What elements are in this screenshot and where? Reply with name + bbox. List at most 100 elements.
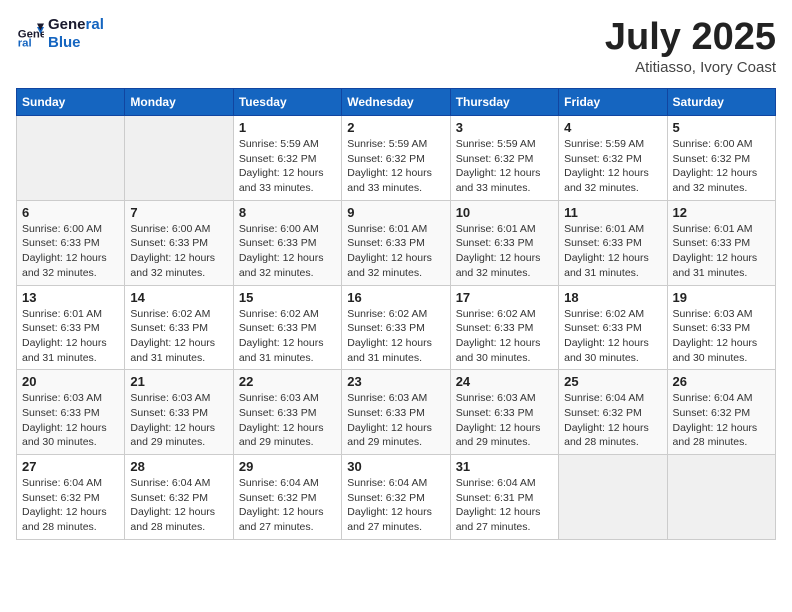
calendar-cell: 9 Sunrise: 6:01 AMSunset: 6:33 PMDaylight… (342, 200, 450, 285)
calendar-cell: 19Sunrise: 6:03 AMSunset: 6:33 PMDayligh… (667, 285, 775, 370)
day-detail: Sunrise: 6:04 AMSunset: 6:32 PMDaylight:… (239, 476, 336, 535)
calendar-cell: 7 Sunrise: 6:00 AMSunset: 6:33 PMDaylight… (125, 200, 233, 285)
day-number: 22 (239, 374, 336, 389)
calendar-cell: 12 Sunrise: 6:01 AMSunset: 6:33 PMDayligh… (667, 200, 775, 285)
calendar-week-3: 13 Sunrise: 6:01 AMSunset: 6:33 PMDayligh… (17, 285, 776, 370)
day-number: 21 (130, 374, 227, 389)
day-header-wednesday: Wednesday (342, 89, 450, 116)
day-detail: Sunrise: 6:02 AMSunset: 6:33 PMDaylight:… (564, 307, 661, 366)
day-detail: Sunrise: 6:01 AMSunset: 6:33 PMDaylight:… (347, 222, 444, 281)
day-number: 26 (673, 374, 770, 389)
day-number: 9 (347, 205, 444, 220)
logo-text: General Blue (48, 16, 104, 52)
page-title: July 2025 (605, 16, 776, 59)
day-detail: Sunrise: 6:02 AMSunset: 6:33 PMDaylight:… (239, 307, 336, 366)
day-detail: Sunrise: 6:01 AMSunset: 6:33 PMDaylight:… (456, 222, 553, 281)
day-detail: Sunrise: 6:00 AMSunset: 6:33 PMDaylight:… (130, 222, 227, 281)
day-detail: Sunrise: 5:59 AMSunset: 6:32 PMDaylight:… (347, 137, 444, 196)
day-detail: Sunrise: 6:03 AMSunset: 6:33 PMDaylight:… (239, 391, 336, 450)
calendar-cell: 11 Sunrise: 6:01 AMSunset: 6:33 PMDayligh… (559, 200, 667, 285)
day-number: 18 (564, 290, 661, 305)
day-number: 4 (564, 120, 661, 135)
day-number: 12 (673, 205, 770, 220)
day-number: 28 (130, 459, 227, 474)
day-number: 30 (347, 459, 444, 474)
calendar-cell: 16 Sunrise: 6:02 AMSunset: 6:33 PMDayligh… (342, 285, 450, 370)
svg-text:ral: ral (18, 37, 32, 48)
page-subtitle: Atitiasso, Ivory Coast (605, 59, 776, 76)
day-number: 14 (130, 290, 227, 305)
day-detail: Sunrise: 6:00 AMSunset: 6:32 PMDaylight:… (673, 137, 770, 196)
day-detail: Sunrise: 6:04 AMSunset: 6:32 PMDaylight:… (673, 391, 770, 450)
day-number: 13 (22, 290, 119, 305)
day-number: 31 (456, 459, 553, 474)
day-detail: Sunrise: 6:01 AMSunset: 6:33 PMDaylight:… (673, 222, 770, 281)
day-detail: Sunrise: 6:01 AMSunset: 6:33 PMDaylight:… (22, 307, 119, 366)
day-number: 3 (456, 120, 553, 135)
calendar-week-4: 20 Sunrise: 6:03 AMSunset: 6:33 PMDayligh… (17, 370, 776, 455)
day-detail: Sunrise: 6:02 AMSunset: 6:33 PMDaylight:… (347, 307, 444, 366)
calendar-cell: 5 Sunrise: 6:00 AMSunset: 6:32 PMDaylight… (667, 116, 775, 201)
calendar-cell (125, 116, 233, 201)
calendar-cell: 23 Sunrise: 6:03 AMSunset: 6:33 PMDayligh… (342, 370, 450, 455)
calendar-cell: 27Sunrise: 6:04 AMSunset: 6:32 PMDayligh… (17, 455, 125, 540)
calendar-cell: 20 Sunrise: 6:03 AMSunset: 6:33 PMDayligh… (17, 370, 125, 455)
day-number: 17 (456, 290, 553, 305)
day-number: 10 (456, 205, 553, 220)
calendar-cell: 25Sunrise: 6:04 AMSunset: 6:32 PMDayligh… (559, 370, 667, 455)
day-header-friday: Friday (559, 89, 667, 116)
day-detail: Sunrise: 6:04 AMSunset: 6:31 PMDaylight:… (456, 476, 553, 535)
calendar-cell: 22 Sunrise: 6:03 AMSunset: 6:33 PMDayligh… (233, 370, 341, 455)
calendar-cell: 24Sunrise: 6:03 AMSunset: 6:33 PMDayligh… (450, 370, 558, 455)
page-header: Gene ral General Blue July 2025 Atitiass… (16, 16, 776, 76)
title-block: July 2025 Atitiasso, Ivory Coast (605, 16, 776, 76)
calendar-cell: 29 Sunrise: 6:04 AMSunset: 6:32 PMDayligh… (233, 455, 341, 540)
day-detail: Sunrise: 5:59 AMSunset: 6:32 PMDaylight:… (239, 137, 336, 196)
day-detail: Sunrise: 6:03 AMSunset: 6:33 PMDaylight:… (130, 391, 227, 450)
day-number: 27 (22, 459, 119, 474)
day-number: 8 (239, 205, 336, 220)
day-detail: Sunrise: 6:00 AMSunset: 6:33 PMDaylight:… (239, 222, 336, 281)
day-number: 1 (239, 120, 336, 135)
day-number: 20 (22, 374, 119, 389)
calendar-cell: 15 Sunrise: 6:02 AMSunset: 6:33 PMDayligh… (233, 285, 341, 370)
day-number: 2 (347, 120, 444, 135)
calendar-week-5: 27 Sunrise: 6:04 AMSunset: 6:32 PMDayligh… (17, 455, 776, 540)
day-detail: Sunrise: 6:04 AMSunset: 6:32 PMDaylight:… (564, 391, 661, 450)
day-number: 23 (347, 374, 444, 389)
calendar-body: 1 Sunrise: 5:59 AMSunset: 6:32 PMDaylight… (17, 116, 776, 540)
day-detail: Sunrise: 6:03 AMSunset: 6:33 PMDaylight:… (347, 391, 444, 450)
calendar-cell (559, 455, 667, 540)
calendar-cell: 2 Sunrise: 5:59 AMSunset: 6:32 PMDaylight… (342, 116, 450, 201)
calendar-cell: 28Sunrise: 6:04 AMSunset: 6:32 PMDayligh… (125, 455, 233, 540)
day-number: 7 (130, 205, 227, 220)
day-detail: Sunrise: 5:59 AMSunset: 6:32 PMDaylight:… (564, 137, 661, 196)
day-detail: Sunrise: 6:03 AMSunset: 6:33 PMDaylight:… (22, 391, 119, 450)
day-number: 15 (239, 290, 336, 305)
calendar-cell: 30Sunrise: 6:04 AMSunset: 6:32 PMDayligh… (342, 455, 450, 540)
calendar-cell: 31 Sunrise: 6:04 AMSunset: 6:31 PMDayligh… (450, 455, 558, 540)
calendar-cell: 6Sunrise: 6:00 AMSunset: 6:33 PMDaylight… (17, 200, 125, 285)
day-detail: Sunrise: 6:03 AMSunset: 6:33 PMDaylight:… (456, 391, 553, 450)
day-header-tuesday: Tuesday (233, 89, 341, 116)
logo-icon: Gene ral (16, 20, 44, 48)
day-number: 29 (239, 459, 336, 474)
calendar-cell (667, 455, 775, 540)
day-number: 16 (347, 290, 444, 305)
day-detail: Sunrise: 6:01 AMSunset: 6:33 PMDaylight:… (564, 222, 661, 281)
calendar-cell: 26 Sunrise: 6:04 AMSunset: 6:32 PMDayligh… (667, 370, 775, 455)
day-detail: Sunrise: 5:59 AMSunset: 6:32 PMDaylight:… (456, 137, 553, 196)
day-header-sunday: Sunday (17, 89, 125, 116)
calendar-cell: 1 Sunrise: 5:59 AMSunset: 6:32 PMDaylight… (233, 116, 341, 201)
day-header-thursday: Thursday (450, 89, 558, 116)
day-number: 6 (22, 205, 119, 220)
day-number: 5 (673, 120, 770, 135)
calendar-cell (17, 116, 125, 201)
calendar-cell: 13 Sunrise: 6:01 AMSunset: 6:33 PMDayligh… (17, 285, 125, 370)
day-header-monday: Monday (125, 89, 233, 116)
calendar-cell: 18 Sunrise: 6:02 AMSunset: 6:33 PMDayligh… (559, 285, 667, 370)
calendar-cell: 10 Sunrise: 6:01 AMSunset: 6:33 PMDayligh… (450, 200, 558, 285)
calendar-cell: 4 Sunrise: 5:59 AMSunset: 6:32 PMDaylight… (559, 116, 667, 201)
day-detail: Sunrise: 6:03 AMSunset: 6:33 PMDaylight:… (673, 307, 770, 366)
day-number: 11 (564, 205, 661, 220)
